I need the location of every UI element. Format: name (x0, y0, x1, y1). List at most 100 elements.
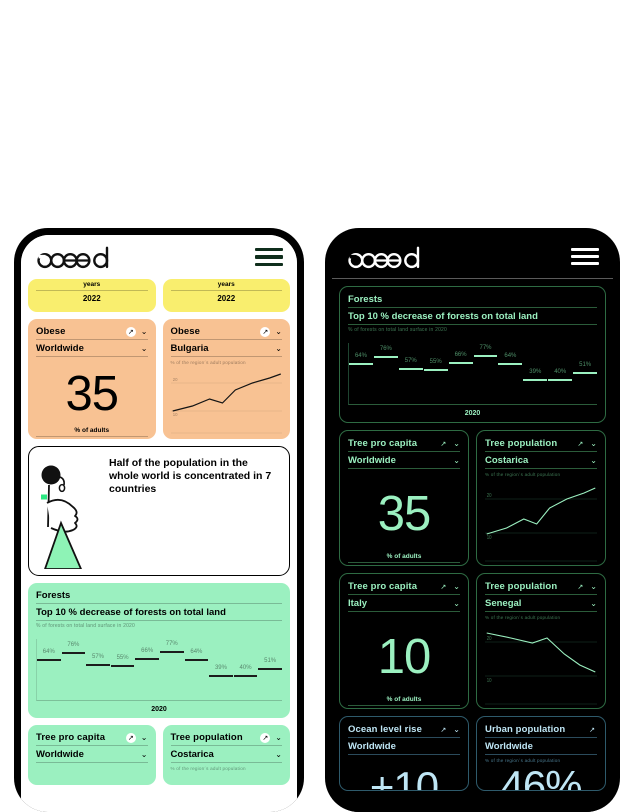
bar-value-label: 39% (529, 369, 542, 376)
x-tick: 1995 (171, 438, 181, 439)
chevron-down-icon[interactable]: ⌄ (275, 750, 282, 759)
bar-value-label: 64% (190, 649, 203, 656)
bar: 66% (135, 648, 159, 700)
card-region-row[interactable]: Costarica ⌄ (170, 749, 282, 763)
share-icon[interactable]: ↗ (438, 582, 448, 592)
card-obese-worldwide[interactable]: Obese ↗ ⌄ Worldwide ⌄ 35 % of adults 201… (28, 319, 156, 439)
card-tree-pro-capita-italy[interactable]: Tree pro capita ↗ ⌄ Italy ⌄ 10 % of adul… (339, 573, 469, 709)
svg-text:10: 10 (172, 412, 177, 417)
bar-value-label: 64% (354, 353, 367, 360)
fact-text-block: Half of the population in the whole worl… (105, 457, 277, 574)
chevron-down-icon[interactable]: ⌄ (275, 344, 282, 353)
card-tree-population-costarica[interactable]: Tree population ↗ ⌄ Costarica ⌄ % of the… (476, 430, 606, 566)
share-icon[interactable]: ↗ (260, 732, 271, 743)
card-region-row[interactable]: Bulgaria ⌄ (170, 343, 282, 357)
card-region: Worldwide (348, 455, 396, 466)
share-icon[interactable]: ↗ (125, 326, 136, 337)
card-tree-population-senegal[interactable]: Tree population ↗ ⌄ Senegal ⌄ % of the r… (476, 573, 606, 709)
card-region-row[interactable]: Worldwide (348, 741, 460, 755)
card-region: Worldwide (485, 741, 533, 752)
card-unit: years (217, 281, 235, 288)
card-obese-bulgaria[interactable]: Obese ↗ ⌄ Bulgaria ⌄ % of the region´s a… (162, 319, 290, 439)
share-icon[interactable]: ↗ (438, 725, 448, 735)
app-header-light (21, 235, 297, 279)
bar: 64% (37, 649, 61, 700)
chevron-down-icon[interactable]: ⌄ (141, 344, 148, 353)
bar-fill (498, 363, 523, 404)
card-title: Urban population (485, 724, 566, 735)
chevron-down-icon[interactable]: ⌄ (141, 327, 148, 336)
share-icon[interactable]: ↗ (125, 732, 136, 743)
chart-note: % of the region´s adult population (170, 766, 246, 771)
feed-light: years 2022 years 2022 Obese ↗ ⌄ Worldwid… (21, 279, 297, 785)
chevron-down-icon[interactable]: ⌄ (453, 599, 460, 608)
card-year: 2022 (36, 290, 148, 303)
card-yellow-2[interactable]: years 2022 (162, 279, 290, 312)
coeed-logo[interactable] (346, 245, 431, 269)
chevron-down-icon[interactable]: ⌄ (590, 599, 597, 608)
card-title: Obese (36, 326, 66, 337)
chevron-down-icon[interactable]: ⌄ (453, 725, 460, 734)
card-fact-population[interactable]: Half of the population in the whole worl… (28, 446, 290, 576)
hamburger-menu-icon[interactable] (255, 248, 283, 266)
card-unit: % of adults (386, 696, 422, 703)
card-forests-dark[interactable]: Forests Top 10 % decrease of forests on … (339, 286, 606, 423)
bar-value-label: 64% (42, 649, 55, 656)
hamburger-menu-icon[interactable] (571, 247, 599, 266)
card-tree-pro-capita-worldwide[interactable]: Tree pro capita ↗ ⌄ Worldwide ⌄ (28, 725, 156, 785)
card-title-row: Tree pro capita ↗ ⌄ (348, 581, 460, 595)
card-yellow-1[interactable]: years 2022 (28, 279, 156, 312)
card-title: Tree pro capita (36, 732, 106, 743)
card-tree-population-costarica[interactable]: Tree population ↗ ⌄ Costarica ⌄ % of the… (162, 725, 290, 785)
card-region-row[interactable]: Italy ⌄ (348, 598, 460, 612)
share-icon[interactable]: ↗ (587, 725, 597, 735)
fact-heading: Half of the population in the whole worl… (109, 457, 272, 496)
card-actions: ↗ ⌄ (575, 439, 597, 449)
share-icon[interactable]: ↗ (575, 582, 585, 592)
chevron-down-icon[interactable]: ⌄ (590, 439, 597, 448)
chevron-down-icon[interactable]: ⌄ (590, 456, 597, 465)
bar-fill (573, 371, 598, 404)
phone-mockup-light: years 2022 years 2022 Obese ↗ ⌄ Worldwid… (14, 228, 304, 812)
card-region-row[interactable]: Worldwide ⌄ (36, 749, 148, 763)
bar: 66% (448, 352, 473, 404)
card-region-row[interactable]: Worldwide (485, 741, 597, 755)
card-region-row[interactable]: Senegal ⌄ (485, 598, 597, 612)
chevron-down-icon[interactable]: ⌄ (453, 456, 460, 465)
card-forests-light[interactable]: Forests Top 10 % decrease of forests on … (28, 583, 290, 718)
card-ocean-level-rise[interactable]: Ocean level rise ↗ ⌄ Worldwide +10 (339, 716, 469, 791)
card-region-row[interactable]: Costarica ⌄ (485, 455, 597, 469)
bar-value-label: 55% (429, 359, 442, 366)
card-year: 2016 (36, 436, 148, 439)
chevron-down-icon[interactable]: ⌄ (275, 733, 282, 742)
bar-value-label: 76% (67, 641, 80, 648)
bar: 77% (159, 641, 184, 700)
card-actions: ↗ (587, 725, 597, 735)
card-year: 2022 (348, 705, 460, 708)
share-icon[interactable]: ↗ (260, 326, 271, 337)
bar: 76% (373, 346, 398, 404)
chevron-down-icon[interactable]: ⌄ (590, 582, 597, 591)
chevron-down-icon[interactable]: ⌄ (275, 327, 282, 336)
card-region-row[interactable]: Worldwide ⌄ (36, 343, 148, 357)
card-title: Tree population (485, 581, 558, 592)
card-region-row[interactable]: Worldwide ⌄ (348, 455, 460, 469)
feed-dark: Forests Top 10 % decrease of forests on … (332, 279, 613, 791)
bar-value-label: 66% (141, 648, 154, 655)
card-urban-population[interactable]: Urban population ↗ Worldwide % of the re… (476, 716, 606, 791)
card-tree-pro-capita-worldwide[interactable]: Tree pro capita ↗ ⌄ Worldwide ⌄ 35 % of … (339, 430, 469, 566)
share-icon[interactable]: ↗ (438, 439, 448, 449)
bar-fill (473, 355, 498, 404)
chevron-down-icon[interactable]: ⌄ (453, 582, 460, 591)
card-title-row: Tree population ↗ ⌄ (485, 581, 597, 595)
chevron-down-icon[interactable]: ⌄ (141, 733, 148, 742)
x-tick: 2005 (221, 438, 231, 439)
share-icon[interactable]: ↗ (575, 439, 585, 449)
card-unit: years (83, 281, 101, 288)
chevron-down-icon[interactable]: ⌄ (141, 750, 148, 759)
line-chart-tree-costarica: 20 10 (485, 477, 597, 565)
card-title: Obese (170, 326, 201, 337)
coeed-logo[interactable] (35, 245, 120, 269)
chevron-down-icon[interactable]: ⌄ (453, 439, 460, 448)
card-title: Ocean level rise (348, 724, 422, 735)
